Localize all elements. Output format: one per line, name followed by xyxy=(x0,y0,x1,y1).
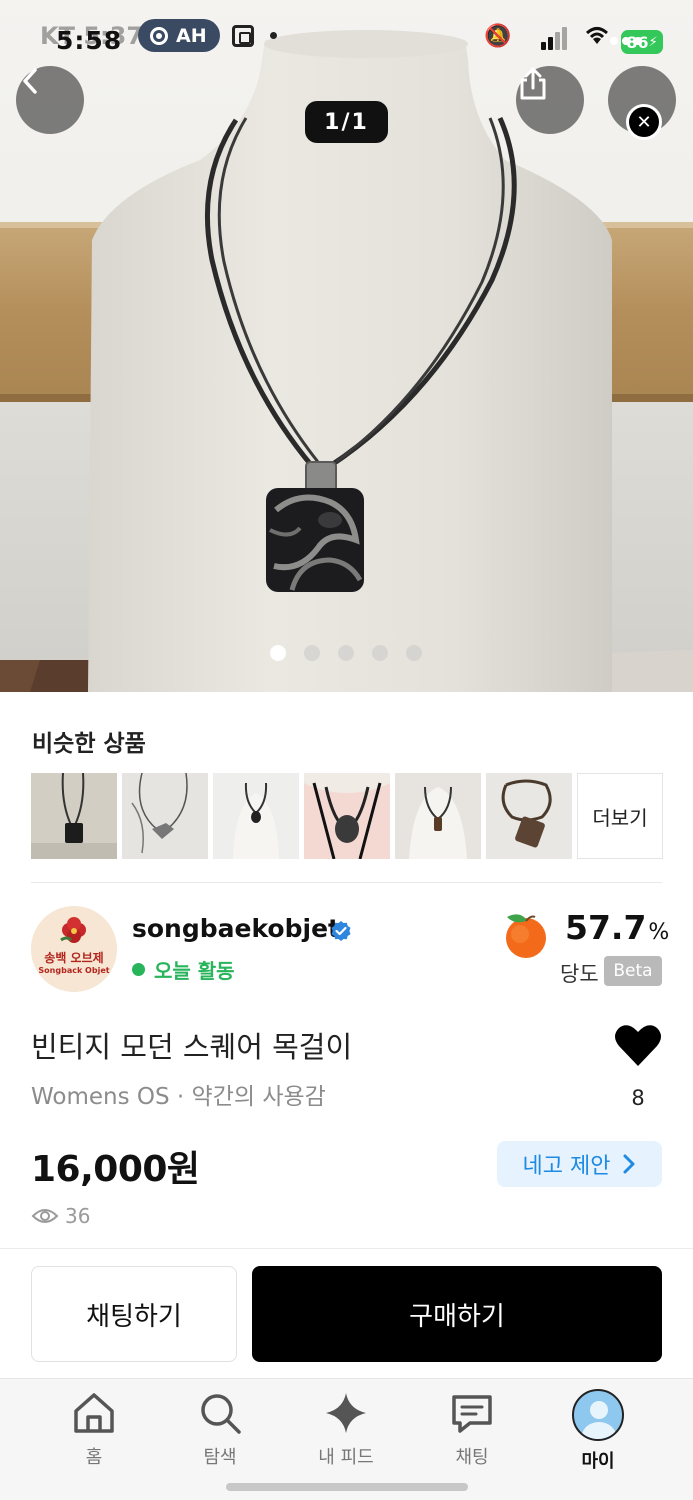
view-count: 36 xyxy=(31,1204,90,1228)
verified-badge-icon xyxy=(331,921,351,941)
eye-icon xyxy=(31,1209,59,1223)
offer-label: 네고 제안 xyxy=(522,1154,611,1179)
similar-product-thumb[interactable] xyxy=(213,773,299,859)
product-price: 16,000원 xyxy=(31,1149,200,1190)
tab-home[interactable]: 홈 xyxy=(44,1389,144,1469)
profile-avatar xyxy=(572,1389,624,1441)
recording-label: AH xyxy=(176,24,207,47)
share-button[interactable] xyxy=(516,66,584,134)
tab-my[interactable]: 마이 xyxy=(548,1389,648,1473)
similar-products-title: 비슷한 상품 xyxy=(32,731,146,757)
tab-label: 탐색 xyxy=(203,1447,237,1468)
scan-icon xyxy=(232,25,254,47)
like-count: 8 xyxy=(631,1086,645,1110)
pagination-dot[interactable] xyxy=(372,645,388,661)
seller-score-value: 57.7 xyxy=(565,908,647,947)
offer-button[interactable]: 네고 제안 xyxy=(497,1141,662,1187)
product-meta: Womens OS · 약간의 사용감 xyxy=(31,1084,326,1110)
tab-label: 내 피드 xyxy=(318,1447,374,1468)
tab-label: 채팅 xyxy=(455,1447,489,1468)
mute-icon: 🔕 xyxy=(484,24,512,49)
online-dot xyxy=(132,963,145,976)
search-icon xyxy=(201,1394,241,1434)
image-counter: 1/1 xyxy=(305,101,388,143)
similar-product-thumb[interactable] xyxy=(395,773,481,859)
seller-name[interactable]: songbaekobjet xyxy=(132,914,340,943)
tab-chat[interactable]: 채팅 xyxy=(422,1389,522,1469)
screen-recording-pill: AH xyxy=(138,19,220,52)
status-dot xyxy=(270,32,277,39)
pagination-dot[interactable] xyxy=(304,645,320,661)
home-icon xyxy=(74,1393,114,1433)
peach-icon xyxy=(506,914,546,958)
tab-label: 홈 xyxy=(85,1447,103,1468)
chevron-right-icon xyxy=(623,1154,635,1174)
tab-my-feed[interactable]: 내 피드 xyxy=(296,1389,396,1469)
home-indicator xyxy=(226,1483,468,1491)
tab-explore[interactable]: 탐색 xyxy=(170,1389,270,1469)
gallery-pagination xyxy=(270,645,422,661)
buy-button[interactable]: 구매하기 xyxy=(252,1266,662,1362)
share-icon xyxy=(520,67,546,100)
status-time: 5:58 xyxy=(56,26,123,55)
avatar-text-en: Songback Objet xyxy=(38,966,110,975)
tab-label: 마이 xyxy=(581,1451,615,1472)
status-bar: KT 5:37 5:58 AH 🔕 86⚡ xyxy=(0,0,693,70)
sparkle-icon xyxy=(326,1393,366,1433)
chat-button[interactable]: 채팅하기 xyxy=(31,1266,237,1362)
pagination-dot[interactable] xyxy=(406,645,422,661)
similar-products-row: 더보기 xyxy=(31,773,663,859)
similar-product-thumb[interactable] xyxy=(304,773,390,859)
like-heart-icon[interactable] xyxy=(614,1022,662,1068)
similar-product-thumb[interactable] xyxy=(486,773,572,859)
seller-activity: 오늘 활동 xyxy=(132,955,235,984)
pagination-dot[interactable] xyxy=(338,645,354,661)
back-button[interactable] xyxy=(16,66,84,134)
similar-product-thumb[interactable] xyxy=(31,773,117,859)
divider xyxy=(31,882,662,883)
chat-icon xyxy=(452,1395,492,1433)
beta-badge: Beta xyxy=(604,956,662,986)
avatar-text-kr: 송백 오브제 xyxy=(44,951,104,965)
seller-score-label: 당도 xyxy=(560,962,599,986)
pagination-dot[interactable] xyxy=(270,645,286,661)
seller-score: 57.7% xyxy=(565,908,669,947)
view-count-value: 36 xyxy=(65,1204,91,1228)
product-title: 빈티지 모던 스퀘어 목걸이 xyxy=(31,1030,353,1064)
bottom-tab-bar: 홈 탐색 내 피드 채팅 마이 xyxy=(0,1378,693,1500)
product-photo[interactable]: KT 5:37 5:58 AH 🔕 86⚡ 1/1 ✕ xyxy=(0,0,693,692)
seller-score-unit: % xyxy=(648,920,670,945)
seller-avatar[interactable]: 송백 오브제 Songback Objet xyxy=(31,906,117,992)
similar-product-thumb[interactable] xyxy=(122,773,208,859)
cellular-signal-icon xyxy=(541,26,569,50)
activity-label: 오늘 활동 xyxy=(154,959,235,983)
record-icon xyxy=(150,26,168,45)
more-similar-button[interactable]: 더보기 xyxy=(577,773,663,859)
chevron-left-icon xyxy=(23,68,37,94)
more-dots-icon xyxy=(610,37,642,45)
close-icon[interactable]: ✕ xyxy=(626,104,662,140)
